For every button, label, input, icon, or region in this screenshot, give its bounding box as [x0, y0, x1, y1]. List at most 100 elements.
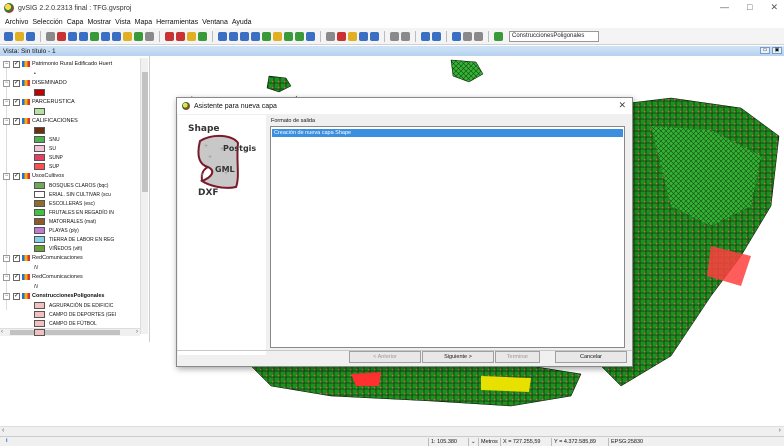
- layer-visibility-checkbox[interactable]: ✓: [13, 98, 20, 106]
- edit-icon[interactable]: [295, 31, 304, 41]
- draw-icon[interactable]: [306, 31, 315, 41]
- table-icon[interactable]: [145, 31, 154, 41]
- edit-layer-icon[interactable]: [494, 31, 503, 41]
- toc-layer-row[interactable]: − ✓ RedComunicaciones: [0, 272, 83, 282]
- collapse-icon[interactable]: −: [3, 254, 10, 262]
- menu-mostrar[interactable]: Mostrar: [85, 19, 113, 26]
- toc-horizontal-scrollbar[interactable]: ‹ ›: [0, 328, 140, 336]
- list-item[interactable]: Creación de nueva capa Shape: [272, 129, 623, 137]
- finish-button[interactable]: Terminar: [495, 351, 540, 363]
- info-tool-icon[interactable]: [165, 31, 174, 41]
- collapse-icon[interactable]: −: [3, 79, 10, 87]
- locator-icon[interactable]: [198, 31, 207, 41]
- toc-layer-row[interactable]: − ✓ DISEMINADO: [0, 78, 67, 88]
- script-icon[interactable]: [474, 31, 483, 41]
- columns-icon[interactable]: [463, 31, 472, 41]
- window-icon[interactable]: [452, 31, 461, 41]
- close-icon[interactable]: ✕: [770, 2, 778, 13]
- zoom-out-icon[interactable]: [79, 31, 88, 41]
- view-maximize-icon[interactable]: ▣: [772, 47, 782, 54]
- layer-visibility-checkbox[interactable]: ✓: [13, 117, 20, 125]
- measure-area-icon[interactable]: [187, 31, 196, 41]
- zoom-select-icon[interactable]: [123, 31, 132, 41]
- scale-field[interactable]: 1: 105.380: [428, 438, 468, 446]
- collapse-icon[interactable]: −: [3, 117, 10, 125]
- toc-layer-row[interactable]: − ✓ Patrimonio Rural Edificado Huert: [0, 59, 112, 69]
- pan-icon[interactable]: [112, 31, 121, 41]
- toc-layer-row[interactable]: − ✓ PARCERUSTICA: [0, 97, 75, 107]
- toc-layer-row[interactable]: − ✓ UsosCultivos: [0, 171, 64, 181]
- view-minimize-icon[interactable]: ▭: [760, 47, 770, 54]
- menu-ventana[interactable]: Ventana: [200, 19, 230, 26]
- new-project-icon[interactable]: [4, 31, 13, 41]
- select-polygon-icon[interactable]: [240, 31, 249, 41]
- collapse-icon[interactable]: −: [3, 172, 10, 180]
- scroll-left-icon[interactable]: ‹: [1, 329, 3, 335]
- zoom-all-icon[interactable]: [90, 31, 99, 41]
- scale-dropdown-icon[interactable]: ⌄: [468, 438, 478, 446]
- select-icon[interactable]: [218, 31, 227, 41]
- current-layer-combo[interactable]: ConstruccionesPoligonales: [509, 30, 599, 42]
- layer-visibility-checkbox[interactable]: ✓: [13, 60, 20, 68]
- zoom-previous-icon[interactable]: [101, 31, 110, 41]
- layer-visibility-checkbox[interactable]: ✓: [13, 292, 20, 300]
- legend-swatch: [34, 191, 45, 198]
- toolbar-separator: [159, 30, 160, 42]
- catalog-icon[interactable]: [421, 31, 430, 41]
- wand-icon[interactable]: [348, 31, 357, 41]
- layer-visibility-checkbox[interactable]: ✓: [13, 172, 20, 180]
- output-format-list[interactable]: Creación de nueva capa Shape: [270, 126, 625, 348]
- select-rect-icon[interactable]: [229, 31, 238, 41]
- collapse-icon[interactable]: −: [3, 60, 10, 68]
- select-circle-icon[interactable]: [251, 31, 260, 41]
- menu-seleccion[interactable]: Selección: [30, 19, 64, 26]
- layer-visibility-checkbox[interactable]: ✓: [13, 254, 20, 262]
- collapse-icon[interactable]: −: [3, 98, 10, 106]
- previous-button[interactable]: < Anterior: [349, 351, 421, 363]
- toc-layer-row[interactable]: − ✓ RedComunicaciones: [0, 253, 83, 263]
- legend-swatch: [34, 218, 45, 225]
- undo-icon[interactable]: [46, 31, 55, 41]
- cross-tool-icon[interactable]: [401, 31, 410, 41]
- toc-horizontal-scroll-thumb[interactable]: [10, 330, 120, 335]
- toc-layer-row[interactable]: − ✓ CALIFICACIONES: [0, 116, 78, 126]
- collapse-icon[interactable]: −: [3, 273, 10, 281]
- measure-distance-icon[interactable]: [176, 31, 185, 41]
- scroll-right-icon[interactable]: ›: [136, 329, 138, 335]
- diagonal-tool-icon[interactable]: [390, 31, 399, 41]
- open-project-icon[interactable]: [15, 31, 24, 41]
- zoom-in-icon[interactable]: [68, 31, 77, 41]
- scroll-right-icon[interactable]: ›: [779, 427, 781, 434]
- add-layer-icon[interactable]: [134, 31, 143, 41]
- cancel-button[interactable]: Cancelar: [555, 351, 627, 363]
- toc-layer-row[interactable]: − ✓ ConstruccionesPoligonales: [0, 291, 104, 301]
- search-tool-icon[interactable]: [432, 31, 441, 41]
- save-project-icon[interactable]: [26, 31, 35, 41]
- toc-vertical-scrollbar[interactable]: [140, 58, 148, 334]
- collapse-icon[interactable]: −: [3, 292, 10, 300]
- menu-ayuda[interactable]: Ayuda: [230, 19, 254, 26]
- minimize-icon[interactable]: —: [720, 2, 729, 13]
- layer-visibility-checkbox[interactable]: ✓: [13, 79, 20, 87]
- menu-mapa[interactable]: Mapa: [133, 19, 155, 26]
- view-horizontal-scrollbar[interactable]: ‹ ›: [0, 426, 784, 436]
- next-button[interactable]: Siguiente >: [422, 351, 494, 363]
- menu-herramientas[interactable]: Herramientas: [154, 19, 200, 26]
- geoprocess-icon[interactable]: [326, 31, 335, 41]
- layer-visibility-checkbox[interactable]: ✓: [13, 273, 20, 281]
- dialog-close-icon[interactable]: ✕: [618, 100, 626, 111]
- clear-selection-icon[interactable]: [57, 31, 66, 41]
- menu-capa[interactable]: Capa: [65, 19, 86, 26]
- menu-vista[interactable]: Vista: [113, 19, 132, 26]
- scroll-left-icon[interactable]: ‹: [2, 427, 4, 434]
- invert-selection-icon[interactable]: [262, 31, 271, 41]
- hyperlink-icon[interactable]: [284, 31, 293, 41]
- maximize-icon[interactable]: □: [747, 2, 752, 13]
- warning-icon[interactable]: [337, 31, 346, 41]
- toc-vertical-scroll-thumb[interactable]: [142, 72, 148, 192]
- layer-props-icon[interactable]: [370, 31, 379, 41]
- snap-icon[interactable]: [359, 31, 368, 41]
- menu-archivo[interactable]: Archivo: [3, 19, 30, 26]
- units-field[interactable]: Metros: [478, 438, 500, 446]
- filter-icon[interactable]: [273, 31, 282, 41]
